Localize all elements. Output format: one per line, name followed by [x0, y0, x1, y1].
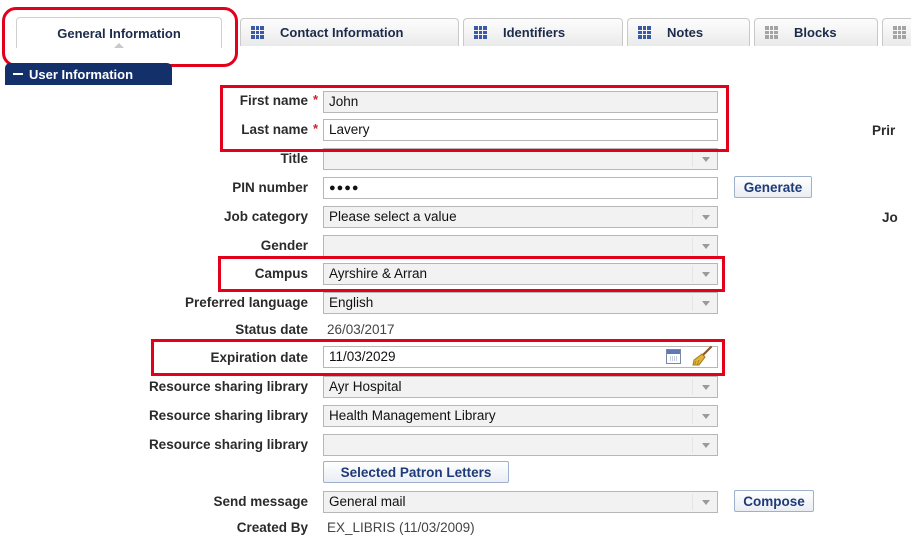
select-separator: [692, 266, 693, 282]
tab-overflow[interactable]: [882, 18, 911, 46]
resource-sharing-library-value: Ayr Hospital: [329, 379, 402, 394]
chevron-down-icon: [702, 157, 710, 162]
section-title: User Information: [29, 66, 134, 82]
clear-broom-icon[interactable]: [690, 344, 714, 368]
select-separator: [692, 151, 693, 167]
chevron-down-icon: [702, 244, 710, 249]
created-by-label: Created By: [236, 520, 308, 535]
chevron-down-icon: [702, 215, 710, 220]
grid-icon: [251, 26, 264, 39]
select-separator: [692, 494, 693, 510]
job-category-select[interactable]: Please select a value: [323, 206, 718, 228]
pin-number-label: PIN number: [232, 180, 308, 195]
pin-number-input[interactable]: ●●●●: [323, 177, 718, 199]
tab-blocks[interactable]: Blocks: [754, 18, 878, 46]
section-header-user-information[interactable]: User Information: [5, 63, 172, 85]
calendar-icon[interactable]: [666, 349, 681, 364]
resource-sharing-library-label: Resource sharing library: [148, 437, 308, 452]
title-label: Title: [280, 151, 308, 166]
campus-select[interactable]: Ayrshire & Arran: [323, 263, 718, 285]
required-marker: *: [313, 92, 319, 107]
grid-icon-gray: [765, 26, 778, 39]
active-tab-notch: [113, 43, 125, 48]
select-separator: [692, 408, 693, 424]
tab-label: Identifiers: [503, 25, 566, 40]
campus-select-value: Ayrshire & Arran: [329, 266, 428, 281]
first-name-label: First name: [239, 93, 308, 108]
generate-button[interactable]: Generate: [734, 176, 812, 198]
send-message-label: Send message: [213, 494, 308, 509]
send-message-select-value: General mail: [329, 494, 406, 509]
chevron-down-icon: [702, 272, 710, 277]
title-select[interactable]: [323, 148, 718, 170]
preferred-language-select-value: English: [329, 295, 374, 310]
job-category-label: Job category: [223, 209, 308, 224]
grid-icon: [474, 26, 487, 39]
gender-label: Gender: [260, 238, 308, 253]
job-category-select-value: Please select a value: [329, 209, 457, 224]
tab-label: Blocks: [794, 25, 837, 40]
chevron-down-icon: [702, 500, 710, 505]
grid-icon-gray: [893, 26, 906, 39]
tab-label: Notes: [667, 25, 704, 40]
preferred-language-label: Preferred language: [184, 295, 308, 310]
resource-sharing-library-select-3[interactable]: [323, 434, 718, 456]
expiration-date-input[interactable]: 11/03/2029: [323, 346, 718, 368]
compose-button[interactable]: Compose: [734, 490, 814, 512]
job-label-partial: Jo: [882, 210, 898, 225]
select-separator: [692, 437, 693, 453]
resource-sharing-library-label: Resource sharing library: [148, 408, 308, 423]
tab-contact-information[interactable]: Contact Information: [240, 18, 459, 46]
selected-patron-letters-button[interactable]: Selected Patron Letters: [323, 461, 509, 483]
status-date-label: Status date: [235, 322, 308, 337]
collapse-icon: [13, 73, 23, 75]
select-separator: [692, 379, 693, 395]
select-separator: [692, 209, 693, 225]
primary-label-partial: Prir: [872, 123, 896, 138]
tab-general-information[interactable]: General Information: [16, 17, 222, 48]
gender-select[interactable]: [323, 235, 718, 257]
chevron-down-icon: [702, 443, 710, 448]
tab-label: Contact Information: [280, 25, 404, 40]
grid-icon: [638, 26, 651, 39]
campus-label: Campus: [254, 266, 308, 281]
resource-sharing-library-select-1[interactable]: Ayr Hospital: [323, 376, 718, 398]
select-separator: [692, 238, 693, 254]
expiration-date-label: Expiration date: [210, 350, 308, 365]
last-name-input[interactable]: Lavery: [323, 119, 718, 141]
select-separator: [692, 295, 693, 311]
resource-sharing-library-value: Health Management Library: [329, 408, 496, 423]
chevron-down-icon: [702, 385, 710, 390]
chevron-down-icon: [702, 301, 710, 306]
last-name-label: Last name: [241, 122, 308, 137]
preferred-language-select[interactable]: English: [323, 292, 718, 314]
tab-label: General Information: [57, 25, 181, 41]
resource-sharing-library-label: Resource sharing library: [148, 379, 308, 394]
tab-identifiers[interactable]: Identifiers: [463, 18, 623, 46]
chevron-down-icon: [702, 414, 710, 419]
resource-sharing-library-select-2[interactable]: Health Management Library: [323, 405, 718, 427]
tab-notes[interactable]: Notes: [627, 18, 750, 46]
tab-bar: General Information Contact Information …: [0, 0, 911, 60]
send-message-select[interactable]: General mail: [323, 491, 718, 513]
created-by-value: EX_LIBRIS (11/03/2009): [327, 520, 475, 535]
status-date-value: 26/03/2017: [327, 322, 395, 337]
required-marker: *: [313, 121, 319, 136]
first-name-input[interactable]: John: [323, 91, 718, 113]
